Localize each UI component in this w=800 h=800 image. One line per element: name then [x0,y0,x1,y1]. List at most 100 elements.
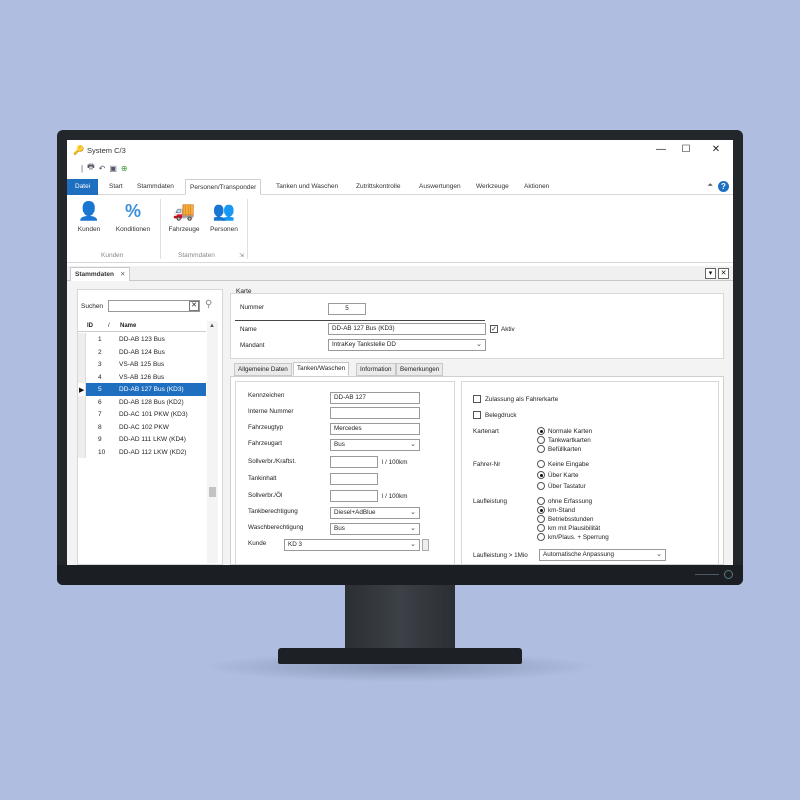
laufleistung-radio-sperrung[interactable] [537,533,545,541]
sollverbr-oel-field[interactable] [330,490,378,502]
tab-tanken-waschen-form[interactable]: Tanken/Waschen [293,362,350,376]
maximize-button[interactable]: ☐ [678,143,694,157]
table-row[interactable]: ▶ 5 DD-AB 127 Bus (KD3) [78,383,206,396]
fahrer-nr-radio-keine[interactable] [537,460,545,468]
save-icon[interactable]: ▣ [109,164,117,173]
dialog-launcher-icon[interactable]: ⇲ [239,252,244,259]
table-row[interactable]: 6 DD-AB 128 Bus (KD2) [78,395,206,408]
column-header-id[interactable]: ID [87,323,93,329]
tankberechtigung-label: Tankberechtigung [248,508,298,515]
tab-stammdaten[interactable]: Stammdaten [133,179,178,195]
table-row[interactable]: 2 DD-AB 124 Bus [78,345,206,358]
tab-tanken-waschen[interactable]: Tanken und Waschen [272,179,342,195]
tankinhalt-field[interactable] [330,473,378,485]
fahrzeugtyp-field[interactable]: Mercedes [330,423,420,435]
row-header[interactable] [78,433,86,446]
tab-start[interactable]: Start [105,179,127,195]
tab-werkzeuge[interactable]: Werkzeuge [472,179,513,195]
interne-nummer-field[interactable] [330,407,420,419]
belegdruck-checkbox[interactable] [473,411,481,419]
row-header[interactable] [78,395,86,408]
fahrzeugart-select[interactable]: Bus ⌄ [330,439,420,451]
row-header[interactable] [78,408,86,421]
separator-icon: | [81,163,84,173]
konditionen-label: Konditionen [115,226,151,233]
table-row[interactable]: 3 VS-AB 125 Bus [78,358,206,371]
laufleistung-mio-select[interactable]: Automatische Anpassung ⌄ [539,549,666,561]
sollverbr-kraftst-field[interactable] [330,456,378,468]
aktiv-checkbox[interactable]: ✓ [490,325,498,333]
stammdaten-doc-tab[interactable]: Stammdaten ✕ [70,267,131,281]
kennzeichen-field[interactable]: DD-AB 127 [330,392,420,404]
list-scrollbar[interactable]: ▲ [207,321,218,563]
kartenart-radio-befuell[interactable] [537,445,545,453]
tab-allgemeine-daten[interactable]: Allgemeine Daten [234,363,292,376]
fahrzeuge-button[interactable]: 🚚 Fahrzeuge [165,200,203,233]
fahrzeugart-value: Bus [334,441,345,448]
table-row[interactable]: 9 DD-AD 111 LKW (KD4) [78,433,206,446]
fahrzeugtyp-label: Fahrzeugtyp [248,424,284,431]
table-row[interactable]: 10 DD-AD 112 LKW (KD2) [78,445,206,458]
help-icon[interactable]: ? [718,181,729,192]
table-row[interactable]: 4 VS-AB 126 Bus [78,370,206,383]
mandant-select[interactable]: IntraKey Tankstelle DD ⌄ [328,339,486,351]
tab-information[interactable]: Information [356,363,396,376]
row-header[interactable] [78,358,86,371]
konditionen-button[interactable]: % Konditionen [111,200,155,233]
row-header[interactable] [78,333,86,346]
laufleistung-radio-km-stand[interactable] [537,506,545,514]
laufleistung-radio-betriebsstunden[interactable] [537,515,545,523]
laufleistung-radio-ohne[interactable] [537,497,545,505]
column-header-name[interactable]: Name [120,323,136,329]
kartenart-radio-normal[interactable] [537,427,545,435]
close-button[interactable]: ✕ [708,143,724,157]
nummer-field[interactable]: 5 [328,303,366,315]
minimize-button[interactable]: — [653,143,669,157]
laufleistung-mio-value: Automatische Anpassung [543,551,615,558]
close-tab-icon[interactable]: ✕ [120,271,125,278]
table-row[interactable]: 1 DD-AB 123 Bus [78,333,206,346]
fahrzeugart-label: Fahrzeugart [248,440,282,447]
kunde-lookup-button[interactable] [422,539,429,551]
table-row[interactable]: 8 DD-AC 102 PKW [78,420,206,433]
zulassung-checkbox[interactable] [473,395,481,403]
laufleistung-radio-plausibilitaet[interactable] [537,524,545,532]
divider-line [235,320,485,321]
fahrer-nr-radio-tastatur[interactable] [537,482,545,490]
tab-auswertungen[interactable]: Auswertungen [415,179,465,195]
waschberechtigung-select[interactable]: Bus ⌄ [330,523,420,535]
row-header[interactable]: ▶ [78,383,86,396]
collapse-ribbon-icon[interactable]: ⏶ [707,182,713,190]
row-header[interactable] [78,345,86,358]
key-icon: 🔑 [73,145,85,155]
personen-button[interactable]: 👥 Personen [207,200,241,233]
row-header[interactable] [78,445,86,458]
print-icon[interactable]: 🖶 [87,161,95,175]
row-header[interactable] [78,370,86,383]
kunden-label: Kunden [77,226,101,233]
kunden-button[interactable]: 👤 Kunden [75,200,103,233]
clear-search-icon[interactable]: ✕ [189,301,199,311]
scroll-thumb[interactable] [209,487,216,497]
fahrer-nr-radio-karte[interactable] [537,471,545,479]
dropdown-icon[interactable]: ▾ [705,268,716,279]
tab-aktionen[interactable]: Aktionen [520,179,553,195]
undo-icon[interactable]: ↶ [99,164,106,173]
search-input[interactable] [108,300,200,312]
name-field[interactable]: DD-AB 127 Bus (KD3) [328,323,486,335]
table-row[interactable]: 7 DD-AC 101 PKW (KD3) [78,408,206,421]
aktiv-label: Aktiv [501,326,515,333]
tab-bemerkungen[interactable]: Bemerkungen [396,363,444,376]
scroll-up-icon[interactable]: ▲ [209,323,215,329]
tab-personen-transponder[interactable]: Personen/Transponder [185,179,262,195]
search-icon[interactable]: ⚲ [205,299,212,310]
kunde-value: KD 3 [288,541,302,548]
add-icon[interactable]: ⊕ [121,164,128,173]
tab-zutrittskontrolle[interactable]: Zutrittskontrolle [352,179,404,195]
kartenart-radio-tankwart[interactable] [537,436,545,444]
row-header[interactable] [78,420,86,433]
tab-datei[interactable]: Datei [67,179,99,195]
close-doc-icon[interactable]: ✕ [718,268,729,279]
tankberechtigung-select[interactable]: Diesel+AdBlue ⌄ [330,507,420,519]
kunde-select[interactable]: KD 3 ⌄ [284,539,420,551]
